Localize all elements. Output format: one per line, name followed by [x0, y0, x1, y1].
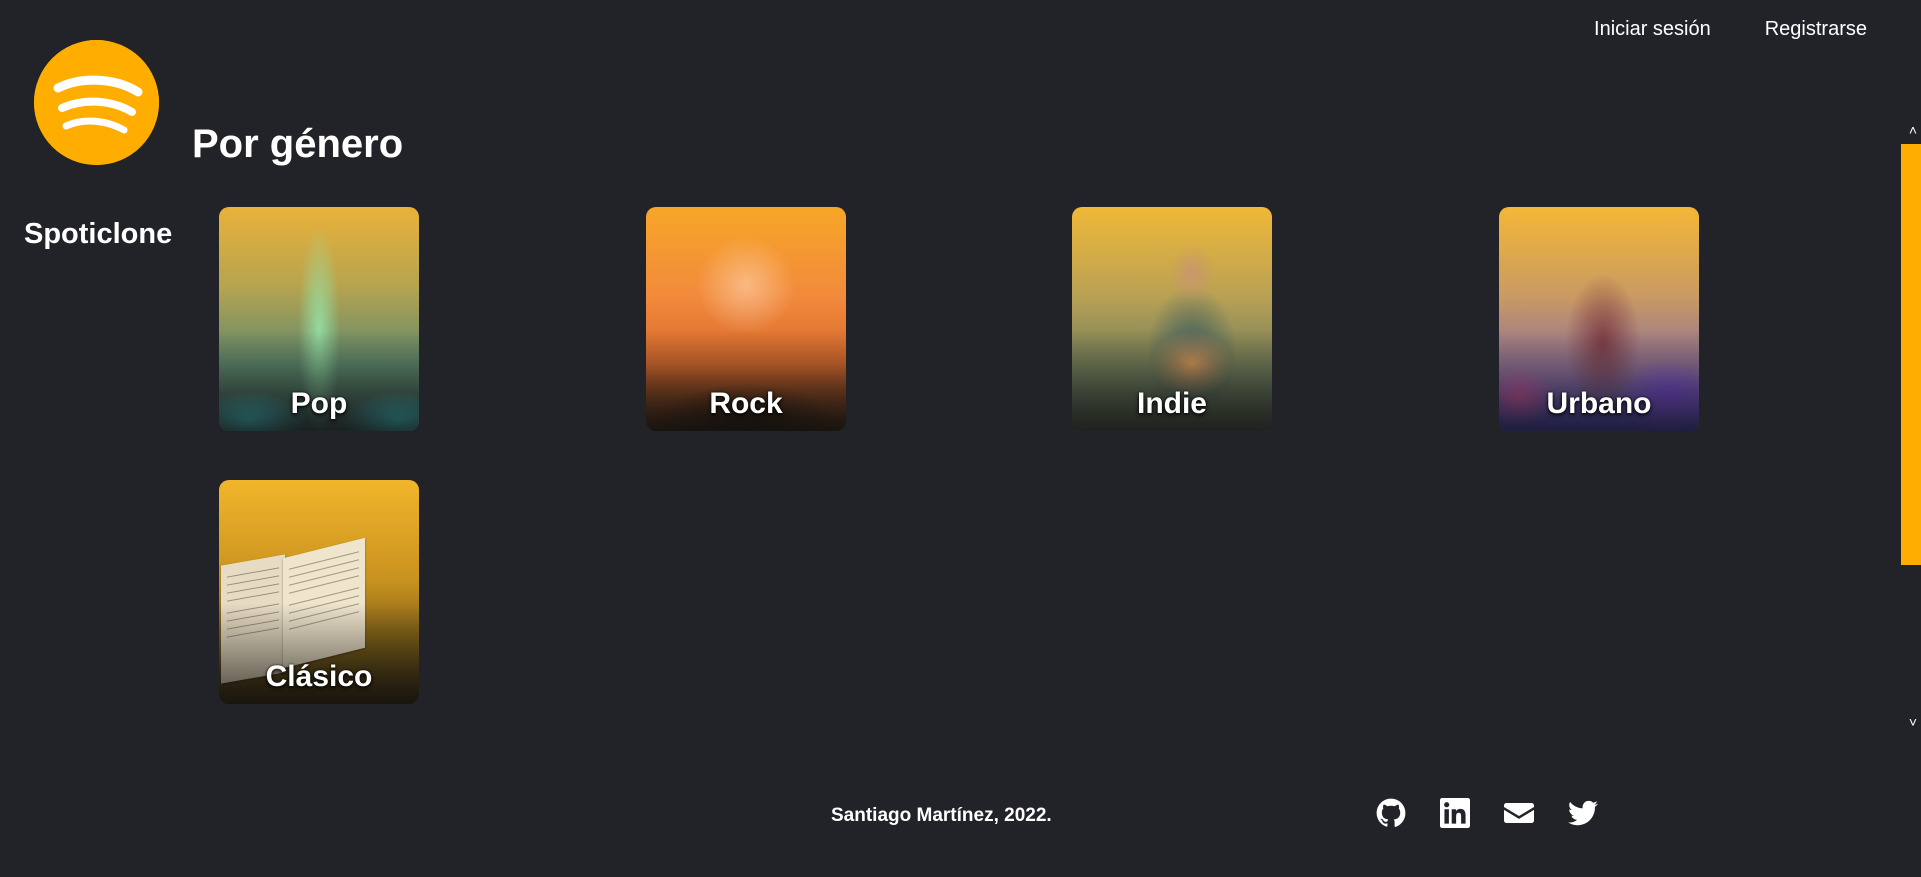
genre-label: Clásico: [265, 660, 373, 693]
genre-label: Indie: [1136, 387, 1207, 420]
social-links: [1376, 798, 1598, 828]
app-page: Spoticlone Iniciar sesión Registrarse Po…: [0, 0, 1921, 877]
genre-card-indie[interactable]: Indie: [1072, 207, 1272, 431]
spotify-waves-icon: [34, 40, 159, 165]
twitter-icon[interactable]: [1568, 798, 1598, 828]
genre-card-urbano[interactable]: Urbano: [1499, 207, 1699, 431]
envelope-icon[interactable]: [1504, 798, 1534, 828]
genre-label: Rock: [709, 387, 783, 420]
logo[interactable]: [34, 40, 159, 165]
genre-card-clasico[interactable]: Clásico: [219, 480, 419, 704]
genre-card-rock[interactable]: Rock: [646, 207, 846, 431]
login-link[interactable]: Iniciar sesión: [1594, 18, 1711, 41]
genre-card-pop[interactable]: Pop: [219, 207, 419, 431]
scroll-up-icon[interactable]: ˄: [1909, 122, 1917, 138]
register-link[interactable]: Registrarse: [1765, 18, 1867, 41]
genre-label: Urbano: [1546, 387, 1652, 420]
brand-name: Spoticlone: [24, 218, 173, 250]
scrollbar-thumb[interactable]: [1901, 144, 1921, 565]
github-icon[interactable]: [1376, 798, 1406, 828]
footer-credit: Santiago Martínez, 2022.: [831, 805, 1052, 826]
top-nav: Iniciar sesión Registrarse: [1594, 18, 1867, 41]
scroll-down-icon[interactable]: ˅: [1909, 714, 1917, 730]
section-title: Por género: [192, 122, 404, 166]
linkedin-icon[interactable]: [1440, 798, 1470, 828]
genre-label: Pop: [290, 387, 348, 420]
